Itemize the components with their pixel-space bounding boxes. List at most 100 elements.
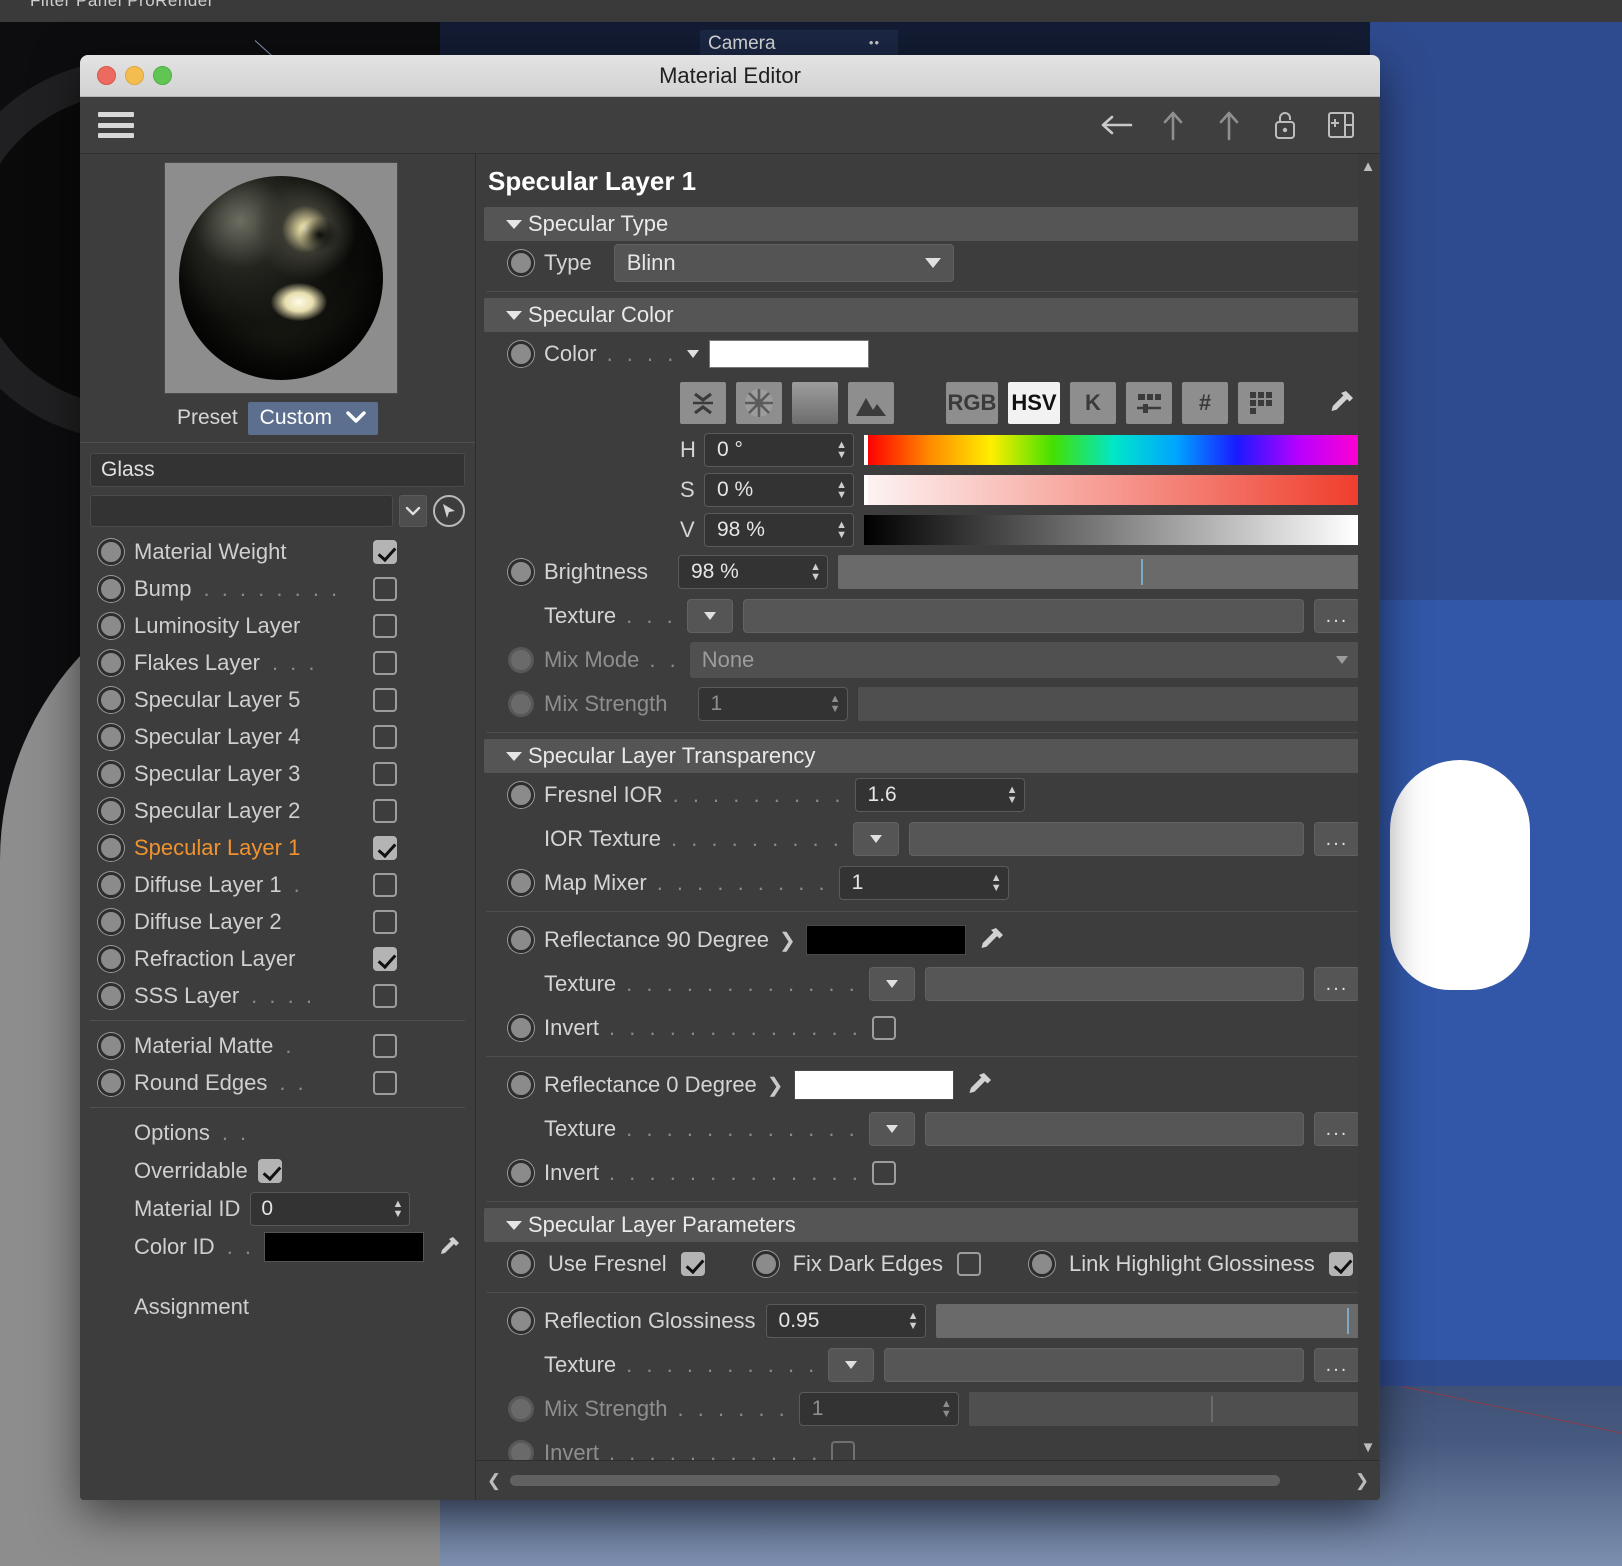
layer-checkbox[interactable] <box>373 946 397 971</box>
reflection-glossiness-slider[interactable] <box>935 1304 1360 1338</box>
layer-radio-icon[interactable] <box>98 723 124 750</box>
table-row[interactable]: SSS Layer . . . . <box>80 977 475 1014</box>
stepper-icon[interactable]: ▲ ▼ <box>836 479 847 500</box>
table-row[interactable]: Material Weight <box>80 533 475 570</box>
table-row[interactable]: Refraction Layer <box>80 940 475 977</box>
format-button-k[interactable]: K <box>1070 382 1116 424</box>
hsv-input-h[interactable]: 0 ° ▲ ▼ <box>704 433 854 467</box>
close-button[interactable] <box>97 66 116 85</box>
param-radio-icon[interactable] <box>508 927 534 953</box>
color-swatch[interactable] <box>709 340 870 368</box>
invert-checkbox[interactable] <box>871 1016 896 1040</box>
layer-checkbox[interactable] <box>373 909 397 934</box>
stepper-icon[interactable]: ▲ ▼ <box>836 439 847 460</box>
reflectance-90-swatch[interactable] <box>805 925 966 955</box>
param-radio-icon[interactable] <box>508 1015 534 1041</box>
map-mixer-input[interactable]: 1 ▲ ▼ <box>838 866 1009 900</box>
layer-checkbox[interactable] <box>373 798 397 823</box>
texture-dropdown-icon[interactable] <box>828 1348 875 1382</box>
format-button-hex[interactable]: # <box>1182 382 1228 424</box>
eyedropper-icon[interactable] <box>964 1070 994 1100</box>
up-arrow-alt-icon[interactable] <box>1212 108 1246 142</box>
layer-checkbox[interactable] <box>373 835 397 860</box>
stepper-icon[interactable]: ▲ ▼ <box>810 561 821 582</box>
layer-radio-icon[interactable] <box>98 760 124 787</box>
stepper-icon[interactable]: ▲ ▼ <box>1007 784 1018 805</box>
chevron-right-icon[interactable]: ❯ <box>779 928 796 953</box>
collapse-icon[interactable] <box>680 382 726 424</box>
preset-dropdown[interactable]: Custom <box>247 401 379 435</box>
add-panel-icon[interactable] <box>1324 108 1358 142</box>
reflectance-0-swatch[interactable] <box>793 1070 954 1100</box>
reflection-glossiness-input[interactable]: 0.95 ▲ ▼ <box>765 1304 926 1338</box>
up-arrow-icon[interactable] <box>1156 108 1190 142</box>
table-row[interactable]: Round Edges . . <box>80 1064 475 1101</box>
layer-radio-icon[interactable] <box>98 797 124 824</box>
layer-checkbox[interactable] <box>373 872 397 897</box>
texture-dropdown-icon[interactable] <box>868 967 915 1001</box>
table-row[interactable]: Diffuse Layer 2 <box>80 903 475 940</box>
layer-radio-icon[interactable] <box>98 649 124 676</box>
camera-options-icon[interactable]: •• <box>869 35 880 50</box>
stepper-icon[interactable]: ▲ ▼ <box>908 1310 919 1331</box>
assignment-label[interactable]: Assignment <box>80 1266 475 1320</box>
hsv-input-v[interactable]: 98 % ▲ ▼ <box>704 513 854 547</box>
color-wheel-icon[interactable] <box>736 382 782 424</box>
swatches-icon[interactable] <box>1238 382 1284 424</box>
layer-radio-icon[interactable] <box>98 1032 124 1059</box>
viewport-camera-badge[interactable]: Camera •• <box>700 30 898 58</box>
table-row-active[interactable]: Specular Layer 1 <box>80 829 475 866</box>
format-button-rgb[interactable]: RGB <box>946 382 998 424</box>
stepper-icon[interactable]: ▲ ▼ <box>392 1198 403 1219</box>
search-input[interactable] <box>90 495 393 527</box>
texture-browse-button[interactable]: ... <box>1314 599 1360 633</box>
app-menubar[interactable]: Filter Panel ProRender <box>0 0 1622 22</box>
material-preview[interactable] <box>163 162 398 394</box>
type-dropdown[interactable]: Blinn <box>613 244 954 282</box>
param-radio-icon[interactable] <box>508 1251 534 1277</box>
param-radio-icon[interactable] <box>752 1251 779 1277</box>
menubar-items[interactable]: Filter Panel ProRender <box>30 0 214 11</box>
table-row[interactable]: Diffuse Layer 1 . <box>80 866 475 903</box>
texture-input[interactable] <box>924 1112 1304 1146</box>
eyedropper-icon[interactable] <box>434 1232 464 1262</box>
search-dropdown-icon[interactable] <box>399 495 427 527</box>
fresnel-ior-input[interactable]: 1.6 ▲ ▼ <box>854 778 1025 812</box>
param-radio-icon[interactable] <box>508 782 534 808</box>
layer-radio-icon[interactable] <box>98 575 124 602</box>
sliders-icon[interactable] <box>1126 382 1172 424</box>
layer-radio-icon[interactable] <box>98 945 124 972</box>
ior-texture-browse-button[interactable]: ... <box>1314 822 1360 856</box>
horizontal-scrollbar[interactable]: ❮ ❯ <box>476 1460 1380 1500</box>
param-radio-icon[interactable] <box>508 870 534 896</box>
layer-radio-icon[interactable] <box>98 982 124 1009</box>
section-header-specular-type[interactable]: Specular Type <box>484 207 1360 241</box>
param-radio-icon[interactable] <box>508 341 534 367</box>
table-row[interactable]: Bump . . . . . . . . <box>80 570 475 607</box>
layer-radio-icon[interactable] <box>98 1069 124 1096</box>
eyedropper-icon[interactable] <box>976 925 1006 955</box>
table-row[interactable]: Material Matte . <box>80 1027 475 1064</box>
param-radio-icon[interactable] <box>508 1072 534 1098</box>
overridable-checkbox[interactable] <box>257 1159 282 1183</box>
layer-checkbox[interactable] <box>373 687 397 712</box>
section-header-specular-color[interactable]: Specular Color <box>484 298 1360 332</box>
vertical-scrollbar[interactable]: ▲ ▼ <box>1358 154 1378 1460</box>
layer-checkbox[interactable] <box>373 1033 397 1058</box>
table-row[interactable]: Specular Layer 2 <box>80 792 475 829</box>
texture-dropdown-icon[interactable] <box>686 599 733 633</box>
texture-input[interactable] <box>884 1348 1304 1382</box>
table-row[interactable]: Specular Layer 5 <box>80 681 475 718</box>
texture-input[interactable] <box>742 599 1304 633</box>
scroll-up-icon[interactable]: ▲ <box>1361 154 1376 179</box>
ior-texture-dropdown-icon[interactable] <box>852 822 899 856</box>
layer-radio-icon[interactable] <box>98 908 124 935</box>
lock-icon[interactable] <box>1268 108 1302 142</box>
table-row[interactable]: Luminosity Layer <box>80 607 475 644</box>
layer-checkbox[interactable] <box>373 613 397 638</box>
overridable-row[interactable]: Overridable <box>80 1152 475 1190</box>
scrollbar-thumb[interactable] <box>510 1475 1280 1486</box>
brightness-slider[interactable] <box>837 555 1360 589</box>
brightness-input[interactable]: 98 % ▲ ▼ <box>677 555 828 589</box>
param-radio-icon[interactable] <box>1028 1251 1055 1277</box>
